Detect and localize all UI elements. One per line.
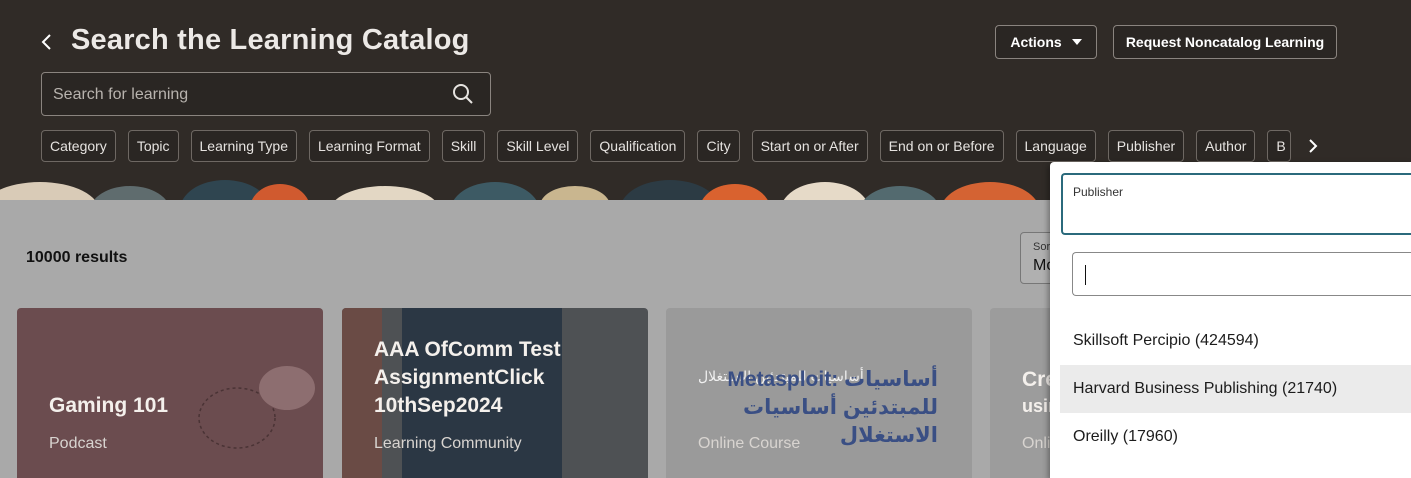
filter-chip-end-on-or-before[interactable]: End on or Before: [879, 130, 1004, 162]
actions-button[interactable]: Actions: [995, 25, 1097, 59]
card-type: Podcast: [49, 435, 107, 452]
filter-chip-start-on-or-after[interactable]: Start on or After: [751, 130, 868, 162]
results-count: 10000 results: [26, 249, 128, 266]
caret-down-icon: [1071, 39, 1082, 45]
publisher-option[interactable]: Harvard Business Publishing (21740): [1060, 365, 1411, 413]
back-icon[interactable]: [36, 30, 58, 54]
course-card[interactable]: AAA OfComm Test AssignmentClick 10thSep2…: [342, 308, 648, 478]
card-type: Learning Community: [374, 435, 522, 452]
card-type: Online Course: [698, 435, 801, 452]
publisher-field-label: Publisher: [1073, 185, 1124, 199]
publisher-option[interactable]: Oreilly (17960): [1060, 413, 1411, 461]
filter-chip-learning-format[interactable]: Learning Format: [308, 130, 430, 162]
filter-chip-skill[interactable]: Skill: [441, 130, 486, 162]
filter-chips: Category Topic Learning Type Learning Fo…: [41, 130, 1292, 162]
search-box: [41, 72, 491, 116]
actions-button-label: Actions: [1010, 34, 1062, 50]
page-title: Search the Learning Catalog: [71, 24, 470, 56]
filter-chip-more[interactable]: B: [1267, 130, 1292, 162]
filter-chip-qualification[interactable]: Qualification: [590, 130, 686, 162]
publisher-dropdown: Publisher Skillsoft Percipio (424594) Ha…: [1050, 162, 1411, 478]
filter-chip-author[interactable]: Author: [1196, 130, 1256, 162]
filter-chip-topic[interactable]: Topic: [127, 130, 179, 162]
card-illustration: [198, 366, 315, 449]
filter-chip-city[interactable]: City: [697, 130, 740, 162]
search-icon[interactable]: [452, 83, 474, 105]
course-card[interactable]: أساسيات للمبتدئين الاستغلال Metasploit: …: [666, 308, 972, 478]
filter-chip-skill-level[interactable]: Skill Level: [497, 130, 579, 162]
text-cursor: [1085, 265, 1086, 285]
publisher-search-input[interactable]: [1072, 252, 1411, 296]
chevron-right-icon[interactable]: [1304, 136, 1322, 156]
filter-chip-language[interactable]: Language: [1015, 130, 1096, 162]
course-card[interactable]: Gaming 101 Podcast: [17, 308, 323, 478]
request-noncatalog-button[interactable]: Request Noncatalog Learning: [1113, 25, 1337, 59]
card-title: AAA OfComm Test AssignmentClick 10thSep2…: [374, 338, 561, 417]
search-input[interactable]: [53, 83, 443, 107]
filter-chip-learning-type[interactable]: Learning Type: [190, 130, 297, 162]
card-title: Gaming 101: [49, 394, 169, 417]
publisher-field[interactable]: Publisher: [1061, 173, 1411, 235]
filter-chip-publisher[interactable]: Publisher: [1107, 130, 1185, 162]
filter-chip-category[interactable]: Category: [41, 130, 116, 162]
publisher-options: Skillsoft Percipio (424594) Harvard Busi…: [1060, 317, 1411, 461]
publisher-option[interactable]: Skillsoft Percipio (424594): [1060, 317, 1411, 365]
